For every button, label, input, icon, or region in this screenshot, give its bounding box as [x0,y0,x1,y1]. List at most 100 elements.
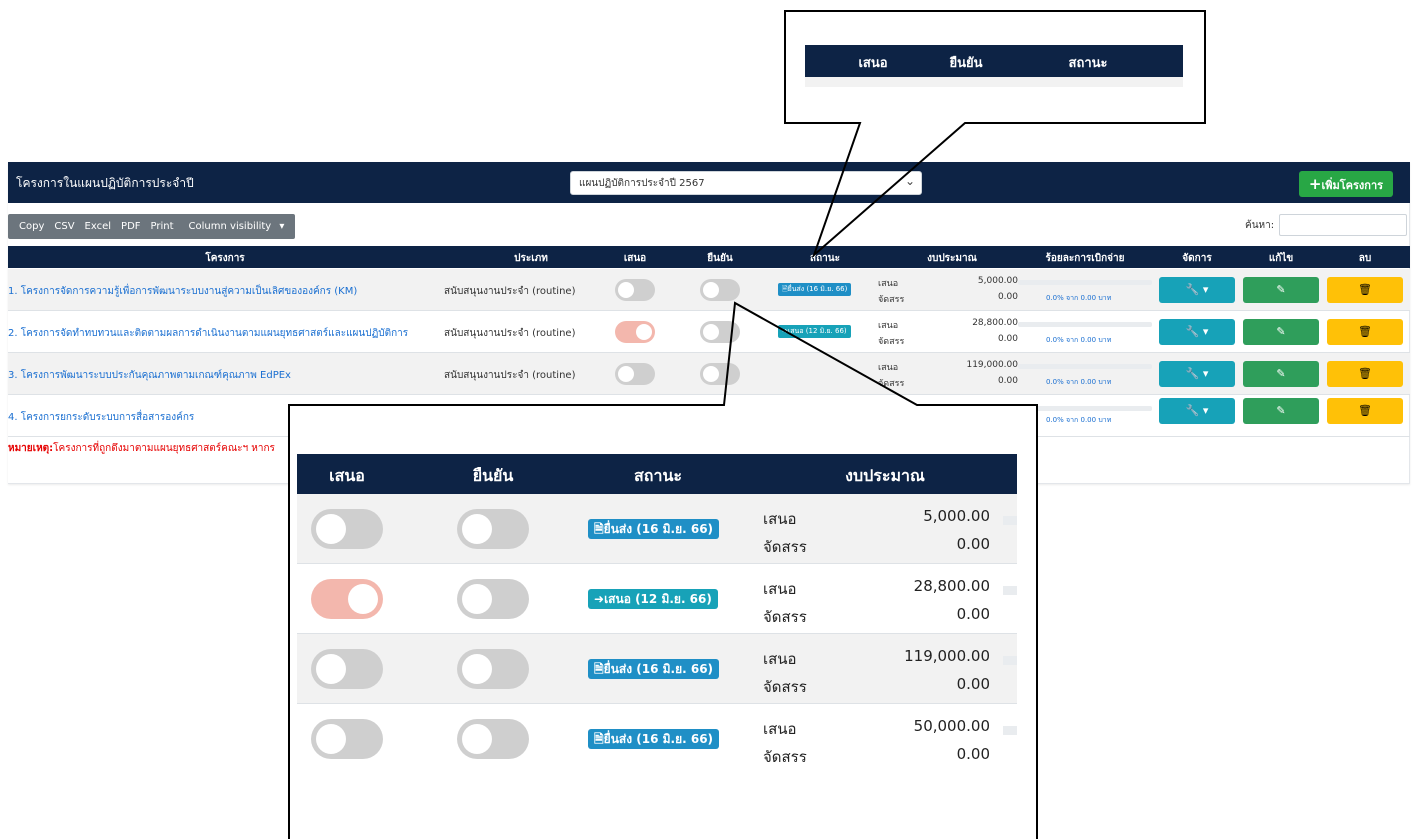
budget-value: 5,000.00 [923,507,990,525]
th-budget[interactable]: งบประมาณ [927,251,977,266]
trash-icon: 🗑 [1358,325,1372,338]
disbursement-bar-stub [1003,656,1017,665]
trash-icon: 🗑 [1358,404,1372,417]
th-status[interactable]: สถานะ [810,251,840,266]
status-badge: 🗎ยื่นส่ง (16 มิ.ย. 66) [778,283,852,296]
status-badge: 🗎ยื่นส่ง (16 มิ.ย. 66) [588,729,720,749]
edit-button[interactable]: ✎ [1243,277,1319,303]
table-row: 1. โครงการจัดการความรู้เพื่อการพัฒนาระบบ… [8,269,1410,311]
delete-button[interactable]: 🗑 [1327,398,1403,424]
delete-button[interactable]: 🗑 [1327,361,1403,387]
th-manage[interactable]: จัดการ [1182,251,1211,266]
budget-value: 119,000.00 [904,647,990,665]
copy-button[interactable]: Copy [19,221,44,232]
manage-button[interactable]: 🔧 ▾ [1159,361,1235,387]
project-link[interactable]: 1. โครงการจัดการความรู้เพื่อการพัฒนาระบบ… [8,284,357,299]
print-button[interactable]: Print [151,221,174,232]
th-disbursement[interactable]: ร้อยละการเบิกจ่าย [1046,251,1125,266]
confirm-toggle[interactable] [457,579,529,619]
disbursement-text: 0.0% จาก 0.00 บาท [1046,336,1112,344]
zoom-th-propose: เสนอ [858,56,888,71]
th-project[interactable]: โครงการ [205,251,244,266]
alloc-value: 0.00 [956,675,990,693]
status-text: ยื่นส่ง (16 มิ.ย. 66) [603,732,714,746]
th-propose[interactable]: เสนอ [624,251,646,266]
zoom-th-budget: งบประมาณ [845,466,925,485]
status-text: ยื่นส่ง (16 มิ.ย. 66) [603,662,714,676]
edit-button[interactable]: ✎ [1243,319,1319,345]
pdf-button[interactable]: PDF [121,221,140,232]
status-badge: 🗎ยื่นส่ง (16 มิ.ย. 66) [588,659,720,679]
project-type: สนับสนุนงานประจำ (routine) [444,328,576,339]
wrench-icon: 🔧 [1185,325,1200,338]
propose-toggle[interactable] [615,363,655,385]
confirm-toggle[interactable] [700,363,740,385]
confirm-toggle[interactable] [700,279,740,301]
plan-select-value: แผนปฏิบัติการประจำปี 2567 [579,178,705,189]
budget-label: เสนอ [878,321,899,331]
budget-label: เสนอ [878,279,899,289]
search-input[interactable] [1279,214,1407,236]
th-type[interactable]: ประเภท [514,251,548,266]
manage-button[interactable]: 🔧 ▾ [1159,319,1235,345]
th-confirm[interactable]: ยืนยัน [707,251,732,266]
confirm-toggle[interactable] [457,649,529,689]
confirm-toggle[interactable] [457,509,529,549]
alloc-label: จัดสรร [763,748,807,766]
propose-toggle[interactable] [311,579,383,619]
disbursement-text: 0.0% จาก 0.00 บาท [1046,378,1112,386]
status-badge: 🗎ยื่นส่ง (16 มิ.ย. 66) [588,519,720,539]
budget-label: เสนอ [763,650,797,668]
plus-icon: + [1308,175,1322,193]
zoom-th-confirm: ยืนยัน [472,466,514,485]
th-edit[interactable]: แก้ไข [1269,251,1293,266]
alloc-label: จัดสรร [878,379,905,389]
disbursement-bar-stub [1003,516,1017,525]
manage-button[interactable]: 🔧 ▾ [1159,277,1235,303]
propose-toggle[interactable] [311,649,383,689]
document-icon: 🗎 [594,662,604,676]
propose-toggle[interactable] [311,719,383,759]
alloc-label: จัดสรร [763,538,807,556]
csv-button[interactable]: CSV [54,221,74,232]
budget-label: เสนอ [763,720,797,738]
project-link[interactable]: 3. โครงการพัฒนาระบบประกันคุณภาพตามเกณฑ์ค… [8,368,291,383]
alloc-value: 0.00 [956,745,990,763]
delete-button[interactable]: 🗑 [1327,319,1403,345]
disbursement-bar [1018,406,1152,411]
manage-button[interactable]: 🔧 ▾ [1159,398,1235,424]
alloc-value: 0.00 [956,535,990,553]
pencil-icon: ✎ [1276,404,1286,417]
project-link[interactable]: 2. โครงการจัดทำทบทวนและติดตามผลการดำเนิน… [8,326,408,341]
edit-button[interactable]: ✎ [1243,361,1319,387]
disbursement-bar [1018,364,1152,369]
document-icon: 🗎 [594,522,604,536]
column-visibility-button[interactable]: Column visibility ▾ [184,221,285,232]
edit-button[interactable]: ✎ [1243,398,1319,424]
add-project-button[interactable]: +เพิ่มโครงการ [1299,171,1393,197]
trash-icon: 🗑 [1358,283,1372,296]
project-link[interactable]: 4. โครงการยกระดับระบบการสื่อสารองค์กร [8,410,194,425]
column-visibility-label: Column visibility [188,221,272,232]
budget-value: 28,800.00 [913,577,990,595]
th-delete[interactable]: ลบ [1359,251,1371,266]
table-row: 3. โครงการพัฒนาระบบประกันคุณภาพตามเกณฑ์ค… [8,353,1410,395]
table-row: 2. โครงการจัดทำทบทวนและติดตามผลการดำเนิน… [8,311,1410,353]
propose-toggle[interactable] [311,509,383,549]
zoom-row: ➜เสนอ (12 มิ.ย. 66) เสนอ 28,800.00 จัดสร… [297,564,1017,634]
propose-toggle[interactable] [615,279,655,301]
excel-button[interactable]: Excel [85,221,112,232]
propose-toggle[interactable] [615,321,655,343]
zoom-th-status: สถานะ [1068,56,1108,71]
delete-button[interactable]: 🗑 [1327,277,1403,303]
budget-label: เสนอ [763,580,797,598]
budget-value: 50,000.00 [913,717,990,735]
status-text: เสนอ (12 มิ.ย. 66) [604,592,712,606]
plan-select[interactable]: แผนปฏิบัติการประจำปี 2567 ⌄ [570,171,922,195]
wrench-icon: 🔧 [1185,404,1200,417]
confirm-toggle[interactable] [457,719,529,759]
confirm-toggle[interactable] [700,321,740,343]
zoom-th-status: สถานะ [634,466,682,485]
footnote: หมายเหตุ:โครงการที่ถูกดึงมาตามแผนยุทธศาส… [8,441,275,456]
disbursement-bar-stub [1003,726,1017,735]
